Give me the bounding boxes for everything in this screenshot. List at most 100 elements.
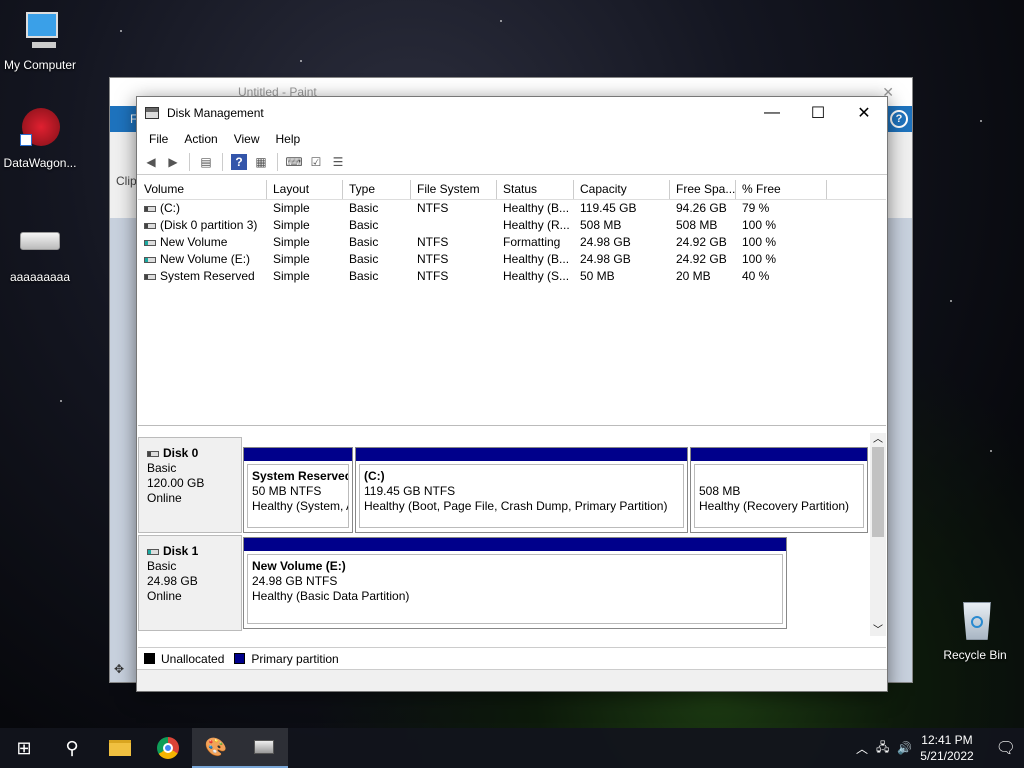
paint-clipboard-label: Clip <box>116 174 137 188</box>
primary-partition-bar <box>244 538 786 551</box>
clock-time: 12:41 PM <box>921 733 973 747</box>
clock-date: 5/21/2022 <box>920 749 974 763</box>
disk-graphical-view[interactable]: Disk 0 Basic 120.00 GB Online System Res… <box>138 433 886 636</box>
column-type[interactable]: Type <box>343 180 411 199</box>
forward-arrow-icon[interactable]: ▶ <box>165 154 181 170</box>
primary-swatch <box>234 653 246 664</box>
datawagon-icon <box>16 108 64 152</box>
legend-unallocated: Unallocated <box>161 651 225 666</box>
primary-partition-bar <box>691 448 867 461</box>
desktop-icon-drive[interactable]: aaaaaaaaa <box>0 222 80 284</box>
settings-list-icon[interactable]: ☰ <box>330 154 346 170</box>
disk-1-row[interactable]: Disk 1 Basic 24.98 GB Online New Volume … <box>138 535 870 632</box>
connect-disk-icon[interactable]: ⌨ <box>285 154 302 170</box>
taskbar-file-explorer[interactable] <box>96 728 144 768</box>
notifications-icon[interactable]: 🗨 <box>996 738 1016 758</box>
window-title: Disk Management <box>167 106 264 120</box>
primary-partition-bar <box>356 448 687 461</box>
partition-system-reserved[interactable]: System Reserved 50 MB NTFS Healthy (Syst… <box>243 447 353 533</box>
volume-list-header: Volume Layout Type File System Status Ca… <box>138 180 886 200</box>
column-capacity[interactable]: Capacity <box>574 180 670 199</box>
start-button[interactable]: ⊞ <box>0 728 48 768</box>
volume-icon <box>144 222 156 229</box>
legend: Unallocated Primary partition <box>138 647 886 669</box>
search-icon: ⚲ <box>65 737 79 758</box>
volume-row[interactable]: (C:) Simple Basic NTFS Healthy (B... 119… <box>138 200 886 217</box>
desktop-icon-label: Recycle Bin <box>943 648 1007 662</box>
legend-primary: Primary partition <box>251 651 339 666</box>
menu-file[interactable]: File <box>141 132 176 146</box>
menubar: File Action View Help <box>137 129 887 149</box>
primary-partition-bar <box>244 448 352 461</box>
help-icon[interactable]: ? <box>890 110 908 128</box>
clock[interactable]: 12:41 PM 5/21/2022 <box>920 732 973 764</box>
chrome-icon <box>157 737 179 759</box>
volume-list[interactable]: Volume Layout Type File System Status Ca… <box>138 180 886 426</box>
column-layout[interactable]: Layout <box>267 180 343 199</box>
status-bar <box>137 669 887 691</box>
maximize-button[interactable]: ☐ <box>795 97 841 129</box>
disk-0-row[interactable]: Disk 0 Basic 120.00 GB Online System Res… <box>138 437 870 534</box>
volume-row[interactable]: New Volume (E:) Simple Basic NTFS Health… <box>138 251 886 268</box>
chevron-up-icon[interactable]: ︿ <box>856 740 868 757</box>
disk-icon <box>147 450 159 457</box>
taskbar-disk-management[interactable] <box>240 728 288 768</box>
scrollbar-thumb[interactable] <box>872 447 884 537</box>
drive-icon <box>16 222 64 266</box>
show-hide-tree-icon[interactable]: ▤ <box>198 154 214 170</box>
partition-recovery[interactable]: 508 MB Healthy (Recovery Partition) <box>690 447 868 533</box>
scroll-up-icon[interactable]: ︿ <box>870 433 886 447</box>
volume-row[interactable]: System Reserved Simple Basic NTFS Health… <box>138 268 886 285</box>
menu-action[interactable]: Action <box>176 132 225 146</box>
network-icon[interactable]: 🖧 <box>876 738 889 759</box>
scroll-down-icon[interactable]: ﹀ <box>870 621 886 636</box>
volume-row[interactable]: New Volume Simple Basic NTFS Formatting … <box>138 234 886 251</box>
check-icon[interactable]: ☑ <box>308 154 324 170</box>
recycle-bin-icon <box>951 600 999 644</box>
disk-management-window[interactable]: Disk Management — ☐ ✕ File Action View H… <box>136 96 888 692</box>
column-status[interactable]: Status <box>497 180 574 199</box>
toolbar: ◀ ▶ ▤ ? ▦ ⌨ ☑ ☰ <box>137 149 887 175</box>
help-icon[interactable]: ? <box>231 153 247 170</box>
paint-palette-icon: 🎨 <box>204 736 228 757</box>
taskbar-chrome[interactable] <box>144 728 192 768</box>
column-file-system[interactable]: File System <box>411 180 497 199</box>
taskbar: ⊞ ⚲ 🎨 ︿ 🖧 🔊 12:41 PM 5/21/2022 🗨 <box>0 728 1024 768</box>
monitor-icon <box>16 10 64 54</box>
back-arrow-icon[interactable]: ◀ <box>143 154 159 170</box>
partition-c[interactable]: (C:) 119.45 GB NTFS Healthy (Boot, Page … <box>355 447 688 533</box>
search-button[interactable]: ⚲ <box>48 728 96 768</box>
menu-view[interactable]: View <box>226 132 268 146</box>
desktop-icon-my-computer[interactable]: My Computer <box>0 10 80 72</box>
desktop-icon-recycle-bin[interactable]: Recycle Bin <box>935 600 1015 662</box>
move-icon: ✥ <box>114 662 125 676</box>
minimize-button[interactable]: — <box>749 97 795 129</box>
properties-icon[interactable]: ▦ <box>253 154 269 170</box>
desktop-icon-label: My Computer <box>3 58 77 72</box>
close-button[interactable]: ✕ <box>841 97 887 129</box>
desktop-icon-label: DataWagon... <box>3 156 77 170</box>
partition-new-volume-e[interactable]: New Volume (E:) 24.98 GB NTFS Healthy (B… <box>243 537 787 629</box>
volume-icon[interactable]: 🔊 <box>897 741 912 755</box>
disk-0-label[interactable]: Disk 0 Basic 120.00 GB Online <box>138 437 242 533</box>
disk-icon <box>147 548 159 555</box>
column-volume[interactable]: Volume <box>138 180 267 199</box>
menu-help[interactable]: Help <box>268 132 309 146</box>
desktop-icon-label: aaaaaaaaa <box>9 270 71 284</box>
volume-icon <box>144 256 156 263</box>
disk-1-label[interactable]: Disk 1 Basic 24.98 GB Online <box>138 535 242 631</box>
disk-management-icon <box>254 740 274 754</box>
windows-icon: ⊞ <box>16 737 32 758</box>
volume-icon <box>144 239 156 246</box>
desktop-icon-datawagon[interactable]: DataWagon... <box>0 108 80 170</box>
column-free-space[interactable]: Free Spa... <box>670 180 736 199</box>
titlebar: Disk Management — ☐ ✕ <box>137 97 887 129</box>
volume-icon <box>144 273 156 280</box>
volume-icon <box>144 205 156 212</box>
disk-view-scrollbar[interactable]: ︿ ﹀ <box>870 433 886 636</box>
folder-icon <box>109 740 131 756</box>
volume-row[interactable]: (Disk 0 partition 3) Simple Basic Health… <box>138 217 886 234</box>
unallocated-swatch <box>144 653 155 664</box>
column-percent-free[interactable]: % Free <box>736 180 827 199</box>
taskbar-paint[interactable]: 🎨 <box>192 728 240 768</box>
